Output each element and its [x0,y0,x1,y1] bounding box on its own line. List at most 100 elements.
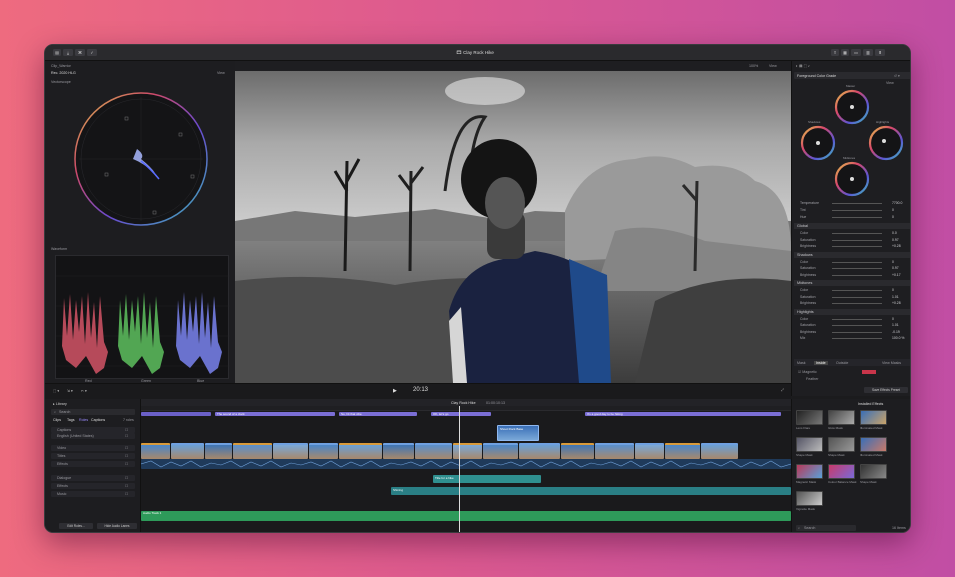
role-item[interactable]: Effects ☐ [51,461,135,467]
role-toggle-icon[interactable]: ☐ [125,428,128,432]
role-toggle-icon[interactable]: ☐ [125,492,128,496]
caption-clip[interactable]: The sound of a clock [215,412,335,416]
caption-clip[interactable] [141,412,211,416]
edit-roles-button[interactable]: Edit Roles... [59,523,93,529]
caption-clip[interactable]: OK, let's go [431,412,491,416]
param-value[interactable]: 0 [892,288,894,292]
timeline-ruler[interactable] [141,406,791,411]
effect-thumbnail[interactable] [828,410,855,425]
param-slider[interactable] [832,331,882,333]
param-slider[interactable] [832,239,882,241]
param-value[interactable]: 7700.0 [892,201,902,205]
video-clip[interactable] [635,443,664,459]
role-item[interactable]: Titles ☐ [51,453,135,459]
param-slider[interactable] [832,217,882,218]
index-tab-clips[interactable]: Clips [53,418,61,422]
video-clip[interactable] [483,443,518,459]
effect-thumbnail[interactable] [796,491,823,506]
param-value[interactable]: 0 [892,215,894,219]
effect-reset-icon[interactable]: ↺ ▾ [894,74,900,78]
export-button[interactable]: ⬆ [875,49,885,56]
library-toggle-button[interactable]: ▤ [53,49,61,56]
effects-search[interactable]: ⌕ Search [796,525,856,531]
param-value[interactable]: +0.28 [892,301,901,305]
effect-thumbnail[interactable] [860,464,887,479]
param-slider[interactable] [832,318,882,320]
video-clip[interactable] [383,443,414,459]
viewer-zoom-menu[interactable]: 100% [749,64,758,68]
param-slider[interactable] [832,296,882,298]
video-clip[interactable] [309,443,338,459]
effect-thumbnail[interactable] [796,410,823,425]
inspector-view-menu[interactable]: View [886,81,894,85]
param-value[interactable]: 0.0 [892,231,897,235]
video-clip[interactable] [171,443,204,459]
param-value[interactable]: 1.01 [892,323,899,327]
video-clip[interactable] [561,443,594,459]
select-tool-icon[interactable]: ⬚ ▾ [53,389,59,393]
video-clip[interactable] [233,443,272,459]
trim-tool-icon[interactable]: ⇲ ▾ [67,389,73,393]
param-slider[interactable] [832,290,882,291]
index-search[interactable]: ⌕ Search [51,409,135,415]
param-value[interactable]: +0.17 [892,273,901,277]
index-tab-tags[interactable]: Tags [67,418,75,422]
param-slider[interactable] [832,268,882,269]
role-item[interactable]: Dialogue ☐ [51,475,135,481]
video-clip[interactable] [339,443,382,459]
browser-toggle-button[interactable]: ▦ [841,49,849,56]
param-value[interactable]: 0 [892,317,894,321]
fullscreen-icon[interactable]: ⤢ [781,388,784,392]
keyword-button[interactable]: ⌘ [75,49,85,56]
connected-video-clip[interactable]: Shoot Rock Base [497,425,539,441]
video-viewer[interactable] [235,71,791,383]
effect-thumbnail[interactable] [828,464,855,479]
param-slider[interactable] [832,203,882,204]
video-clip[interactable] [141,443,170,459]
param-slider[interactable] [832,303,882,304]
primary-storyline[interactable] [141,443,791,459]
param-slider[interactable] [832,325,882,326]
background-tasks-button[interactable]: ✓ [87,49,97,56]
param-slider[interactable] [832,210,882,211]
video-clip[interactable] [205,443,232,459]
section-header[interactable]: Shadows [794,251,910,258]
playhead[interactable] [459,406,460,532]
effects-audio-clip[interactable]: Shining [391,487,791,495]
param-value[interactable]: 0.97 [892,266,899,270]
role-toggle-icon[interactable]: ☐ [125,484,128,488]
effect-thumbnail[interactable] [828,437,855,452]
timeline-toggle-button[interactable]: ▭ [851,49,861,56]
param-slider[interactable] [832,261,882,263]
video-clip[interactable] [595,443,634,459]
param-slider[interactable] [832,246,882,247]
section-header[interactable]: Midtones [794,280,910,286]
param-value[interactable]: 100.0 % [892,336,904,340]
color-wheels[interactable] [794,87,911,197]
effect-selector[interactable]: Foreground Color Grade ↺ ▾ [794,72,910,79]
video-clip[interactable] [665,443,700,459]
video-clip[interactable] [701,443,738,459]
caption-clip[interactable]: It's a good day to be hiking [585,412,781,416]
role-toggle-icon[interactable]: ☐ [125,454,128,458]
storyline-audio[interactable] [140,459,792,469]
role-item[interactable]: English (United States) ☐ [51,433,135,439]
param-value[interactable]: -0.19 [892,330,900,334]
scopes-view-menu[interactable]: View [217,71,225,75]
view-masks-menu[interactable]: View Masks [882,361,901,365]
timeline[interactable]: Clay Rock Hike 01:00:10:13 The sound of … [140,399,792,532]
viewer-view-menu[interactable]: View [769,64,777,68]
inspector-toggle-button[interactable]: ▥ [863,49,873,56]
role-toggle-icon[interactable]: ☐ [125,476,128,480]
share-button[interactable]: ⇪ [831,49,839,56]
role-item[interactable]: Effects ☐ [51,483,135,489]
effect-thumbnail[interactable] [860,410,887,425]
effect-thumbnail[interactable] [796,437,823,452]
param-slider[interactable] [832,274,882,276]
tab-mask[interactable]: Mask [797,361,806,365]
param-value[interactable]: +0.28 [892,244,901,248]
video-clip[interactable] [273,443,308,459]
role-toggle-icon[interactable]: ☐ [125,462,128,466]
import-button[interactable]: ⤓ [63,49,73,56]
index-tab-captions[interactable]: Captions [91,418,105,422]
